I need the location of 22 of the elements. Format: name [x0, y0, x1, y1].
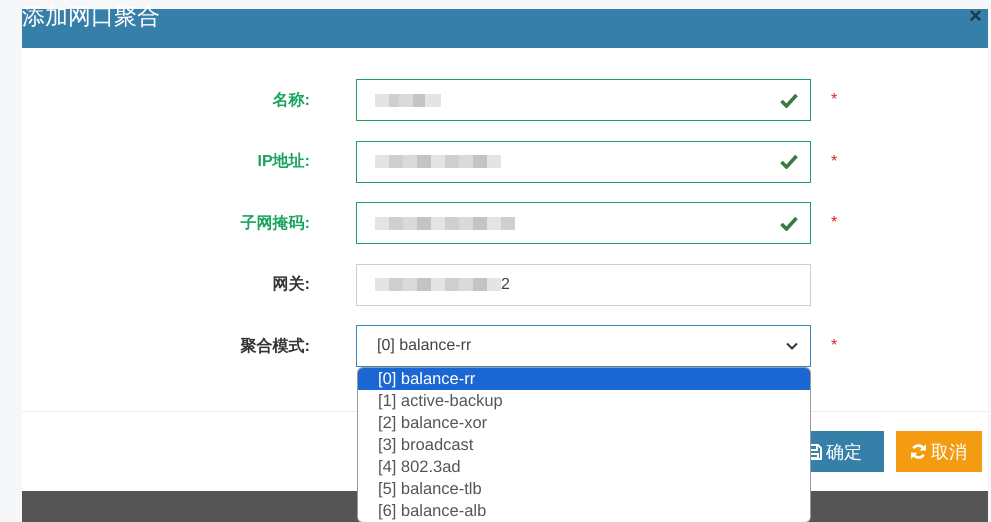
dropdown-option[interactable]: [0] balance-rr: [358, 368, 810, 390]
dropdown-option[interactable]: [6] balance-alb: [358, 500, 810, 522]
field-label: 聚合模式:: [240, 336, 310, 356]
field-label: 子网掩码:: [240, 214, 310, 234]
dropdown-option[interactable]: [1] active-backup: [358, 390, 810, 412]
dropdown-option[interactable]: [5] balance-tlb: [358, 478, 810, 500]
required-mark: *: [831, 337, 838, 355]
required-mark: *: [831, 152, 838, 170]
field-label: 名称:: [271, 90, 310, 110]
input-field[interactable]: 2: [356, 264, 811, 306]
input-field[interactable]: [356, 202, 811, 244]
field-label: 网关:: [272, 274, 310, 295]
input-text: 2: [501, 276, 510, 294]
field-label: IP地址:: [256, 152, 310, 172]
dialog-title: 添加网口聚合: [22, 2, 160, 31]
dropdown-option[interactable]: [2] balance-xor: [358, 412, 810, 434]
refresh-icon: [910, 443, 927, 460]
required-mark: *: [831, 214, 838, 232]
select-field[interactable]: [0] balance-rr: [356, 325, 811, 367]
input-field[interactable]: [356, 79, 811, 121]
input-field[interactable]: [356, 140, 811, 182]
required-mark: *: [831, 91, 838, 109]
